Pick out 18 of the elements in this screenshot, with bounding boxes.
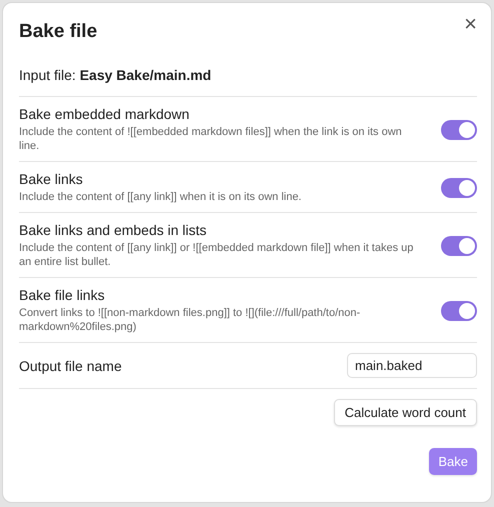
toggle-switch[interactable] — [441, 236, 477, 256]
setting-name: Bake file links — [19, 287, 106, 303]
calculate-button[interactable]: Calculate word count — [334, 399, 477, 426]
setting-description: Convert links to ![[non-markdown files.png]] to ![](file:///full/path/to/non-markdown%20files.png) — [19, 306, 362, 334]
close-button[interactable]: × — [460, 13, 481, 35]
dialog-title: Bake file — [19, 21, 98, 43]
toggle-switch[interactable] — [441, 120, 477, 140]
setting-name: Bake links — [19, 171, 84, 187]
toggle-switch[interactable] — [441, 300, 477, 320]
setting-description: Include the content of [[any link]] when it is on its own line. — [19, 190, 302, 204]
output-label: Output file name — [19, 358, 122, 374]
toggle-switch[interactable] — [441, 178, 477, 198]
setting-description: Include the content of ![[embedded markdown files]] when the link is on its own line. — [19, 125, 403, 153]
output-field[interactable]: main.baked — [347, 353, 477, 378]
setting-name: Bake links and embeds in lists — [19, 222, 208, 238]
setting-name: Bake embedded markdown — [19, 106, 190, 122]
setting-description: Include the content of [[any link]] or ![[embedded markdown file]] when it takes up an entire list bullet. — [19, 241, 414, 269]
input-file-text: Input file: Easy Bake/main.md — [19, 67, 477, 97]
